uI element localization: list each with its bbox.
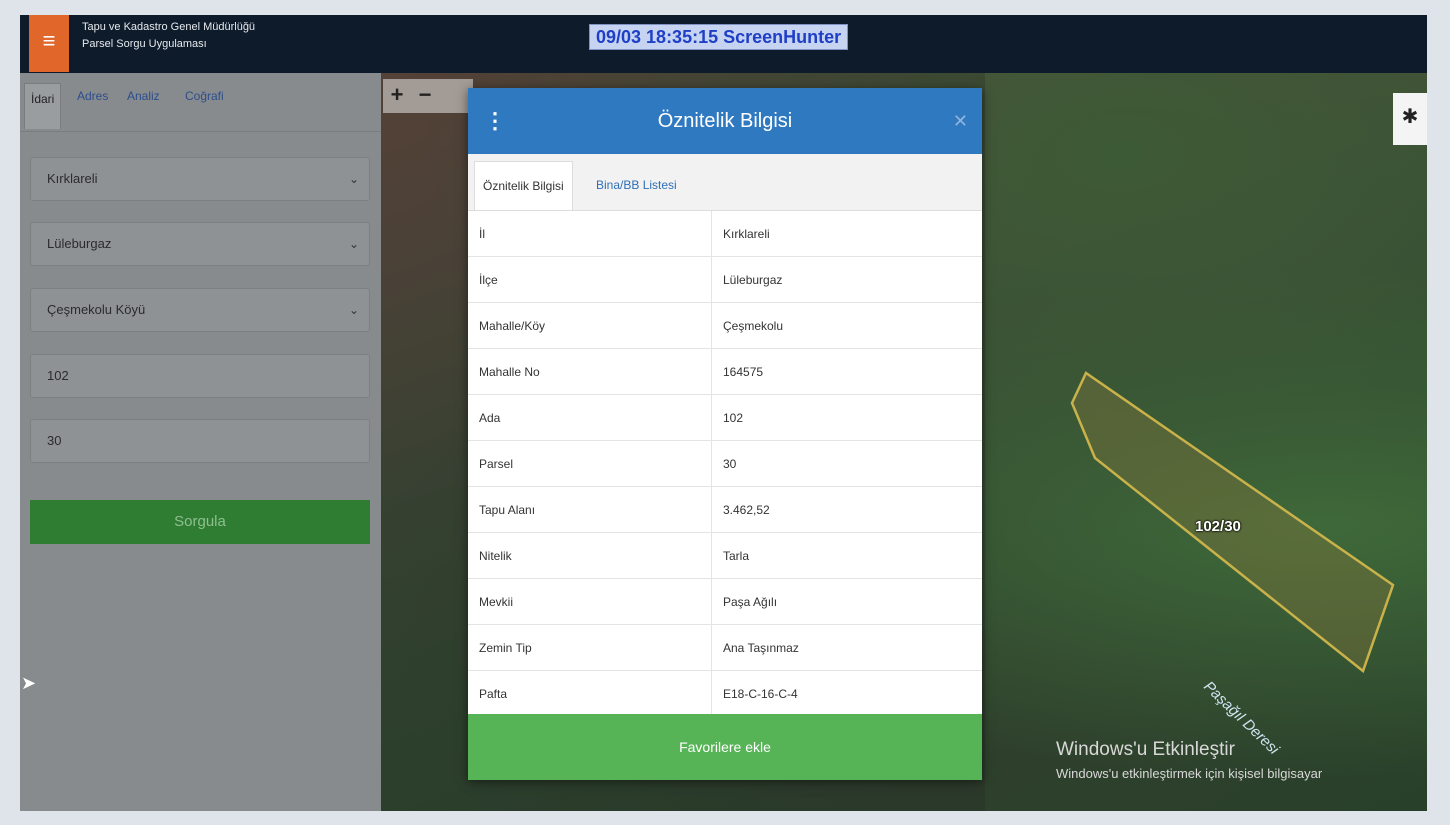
- top-bar: ≡ Tapu ve Kadastro Genel Müdürlüğü Parse…: [20, 15, 1427, 73]
- dialog-header: ⋮ Öznitelik Bilgisi ✕: [468, 88, 982, 154]
- chevron-down-icon: ⌄: [348, 303, 359, 317]
- table-row: Mahalle/Köy Çeşmekolu: [468, 302, 982, 349]
- table-row: Nitelik Tarla: [468, 532, 982, 579]
- zoom-out-button[interactable]: −: [411, 79, 439, 111]
- chevron-down-icon: ⌄: [348, 237, 359, 251]
- attribute-value: Lüleburgaz: [711, 256, 982, 303]
- table-row: Parsel 30: [468, 440, 982, 487]
- favorite-button[interactable]: Favorilere ekle: [468, 714, 982, 780]
- attribute-value: 164575: [711, 348, 982, 395]
- attribute-key: İlçe: [468, 256, 712, 303]
- ilce-select[interactable]: Lüleburgaz ⌄: [30, 222, 370, 266]
- attribute-value: Paşa Ağılı: [711, 578, 982, 625]
- attribute-dialog: ⋮ Öznitelik Bilgisi ✕ Öznitelik Bilgisi …: [468, 88, 982, 780]
- attribute-key: Pafta: [468, 670, 712, 717]
- ada-input[interactable]: 102: [30, 354, 370, 398]
- attribute-key: İl: [468, 211, 712, 257]
- attribute-table: İl Kırklareli İlçe Lüleburgaz Mahalle/Köy Çeş…: [468, 211, 982, 717]
- tab-idari[interactable]: İdari: [24, 83, 62, 129]
- mouse-cursor-icon: ➤: [21, 673, 37, 693]
- tab-bina-listesi[interactable]: Bina/BB Listesi: [596, 161, 677, 210]
- attribute-key: Mahalle/Köy: [468, 302, 712, 349]
- attribute-value: Tarla: [711, 532, 982, 579]
- dialog-title: Öznitelik Bilgisi: [657, 110, 793, 132]
- il-select-value: Kırklareli: [47, 171, 98, 186]
- attribute-value: E18-C-16-C-4: [711, 670, 982, 717]
- sidebar-tabs: İdari Adres Analiz Coğrafi: [20, 73, 381, 132]
- app-title-org: Tapu ve Kadastro Genel Müdürlüğü: [82, 21, 256, 33]
- table-row: İl Kırklareli: [468, 211, 982, 257]
- sorgula-button[interactable]: Sorgula: [30, 500, 370, 544]
- attribute-key: Tapu Alanı: [468, 486, 712, 533]
- attribute-key: Mevkii: [468, 578, 712, 625]
- chevron-down-icon: ⌄: [348, 172, 359, 186]
- parsel-input[interactable]: 30: [30, 419, 370, 463]
- attribute-key: Mahalle No: [468, 348, 712, 395]
- table-row: Zemin Tip Ana Taşınmaz: [468, 624, 982, 671]
- attribute-value: Ana Taşınmaz: [711, 624, 982, 671]
- attribute-value: 3.462,52: [711, 486, 982, 533]
- attribute-key: Zemin Tip: [468, 624, 712, 671]
- zoom-controls: + −: [383, 79, 473, 113]
- attribute-key: Nitelik: [468, 532, 712, 579]
- parsel-input-value: 30: [47, 433, 62, 448]
- ada-input-value: 102: [47, 368, 69, 383]
- hamburger-icon[interactable]: ≡: [29, 15, 69, 72]
- ilce-select-value: Lüleburgaz: [47, 236, 112, 251]
- tab-oznitelik-bilgisi[interactable]: Öznitelik Bilgisi: [474, 161, 573, 210]
- attribute-value: Kırklareli: [711, 211, 982, 257]
- attribute-key: Parsel: [468, 440, 712, 487]
- parcel-label: 102/30: [1195, 518, 1241, 535]
- attribute-value: 30: [711, 440, 982, 487]
- attribute-value: Çeşmekolu: [711, 302, 982, 349]
- attribute-value: 102: [711, 394, 982, 441]
- query-sidebar: İdari Adres Analiz Coğrafi Kırklareli ⌄ …: [20, 73, 381, 811]
- tab-analiz[interactable]: Analiz: [127, 89, 160, 103]
- windows-activation-title: Windows'u Etkinleştir: [1056, 739, 1235, 760]
- zoom-in-button[interactable]: +: [383, 79, 411, 111]
- table-row: Mevkii Paşa Ağılı: [468, 578, 982, 625]
- gear-icon[interactable]: ✱: [1393, 93, 1427, 145]
- il-select[interactable]: Kırklareli ⌄: [30, 157, 370, 201]
- table-row: Tapu Alanı 3.462,52: [468, 486, 982, 533]
- app-window: ≡ Tapu ve Kadastro Genel Müdürlüğü Parse…: [20, 15, 1427, 811]
- table-row: Mahalle No 164575: [468, 348, 982, 395]
- windows-activation-subtitle: Windows'u etkinleştirmek için kişisel bi…: [1056, 766, 1323, 781]
- table-row: Ada 102: [468, 394, 982, 441]
- mahalle-select[interactable]: Çeşmekolu Köyü ⌄: [30, 288, 370, 332]
- mahalle-select-value: Çeşmekolu Köyü: [47, 302, 146, 317]
- table-row: İlçe Lüleburgaz: [468, 256, 982, 303]
- dialog-tabs: Öznitelik Bilgisi Bina/BB Listesi: [468, 154, 982, 211]
- attribute-key: Ada: [468, 394, 712, 441]
- screenhunter-stamp: 09/03 18:35:15 ScreenHunter: [589, 24, 849, 50]
- table-row: Pafta E18-C-16-C-4: [468, 670, 982, 717]
- close-icon[interactable]: ✕: [953, 88, 968, 154]
- app-title: Tapu ve Kadastro Genel Müdürlüğü Parsel …: [82, 19, 255, 53]
- app-title-app: Parsel Sorgu Uygulaması: [82, 38, 207, 50]
- tab-cografi[interactable]: Coğrafi: [185, 89, 224, 103]
- tab-adres[interactable]: Adres: [77, 89, 108, 103]
